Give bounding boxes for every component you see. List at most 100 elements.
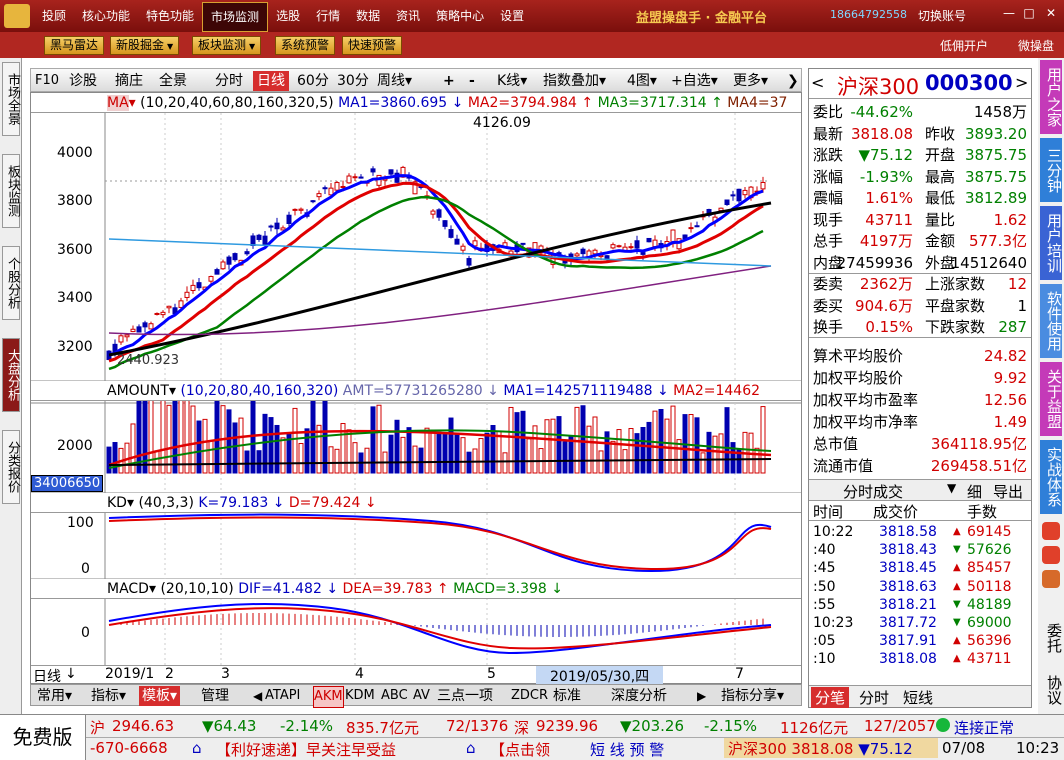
kd-indicator[interactable]: KD: [107, 495, 127, 511]
tab-av[interactable]: AV: [413, 686, 430, 706]
arrow-right-icon[interactable]: ▶: [697, 686, 706, 706]
menu-item-6[interactable]: 数据: [348, 0, 388, 32]
sector-monitor-button[interactable]: 板块监测 ▼: [192, 36, 262, 55]
next-stock-icon[interactable]: >: [1015, 73, 1028, 92]
tab-detail[interactable]: 细: [967, 481, 982, 502]
minimize-icon[interactable]: —: [1002, 6, 1016, 20]
collapse-icon[interactable]: ❯: [787, 71, 799, 91]
side-user-home[interactable]: 用户之家: [1040, 60, 1063, 134]
30min-button[interactable]: 30分: [337, 71, 369, 91]
arrow-left-icon[interactable]: ◀: [253, 686, 262, 706]
side-software-use[interactable]: 软件使用: [1040, 284, 1063, 358]
tab-atapi[interactable]: ATAPI: [265, 686, 300, 706]
tab-kdm[interactable]: KDM: [345, 686, 375, 706]
kline-button[interactable]: K线▾: [497, 71, 527, 91]
tab-template[interactable]: 模板▾: [139, 686, 181, 706]
side-practice[interactable]: 实战体系: [1040, 440, 1063, 514]
60min-button[interactable]: 60分: [297, 71, 329, 91]
trade-dropdown-icon[interactable]: ▼: [947, 481, 956, 495]
switch-account-link[interactable]: 切换账号: [918, 7, 966, 24]
quick-alert-button[interactable]: 快速预警: [342, 36, 403, 55]
tab-tick-trade[interactable]: 分时成交: [843, 481, 903, 502]
home-icon-1[interactable]: ⌂: [192, 739, 202, 757]
tab-zdcr[interactable]: ZDCR: [511, 686, 548, 706]
micro-trade-link[interactable]: 微操盘: [1018, 37, 1054, 54]
quote-value-2: 1.62: [993, 210, 1027, 229]
tab-three-point[interactable]: 三点一项: [437, 686, 493, 706]
tab-sector-monitor[interactable]: 板块监测: [2, 154, 20, 228]
prev-stock-icon[interactable]: <: [811, 73, 824, 92]
macd-indicator[interactable]: MACD: [107, 581, 149, 597]
maximize-icon[interactable]: □: [1022, 6, 1036, 20]
menu-item-0[interactable]: 投顾: [34, 0, 74, 32]
menu-item-4[interactable]: 选股: [268, 0, 308, 32]
four-chart-button[interactable]: 4图▾: [627, 71, 657, 91]
close-icon[interactable]: ✕: [1044, 6, 1058, 20]
tab-share-indicator[interactable]: 指标分享▾: [721, 686, 784, 706]
menu-item-7[interactable]: 资讯: [388, 0, 428, 32]
side-three-minutes[interactable]: 三分钟: [1040, 138, 1063, 202]
new-stock-button[interactable]: 新股掘金 ▼: [110, 36, 180, 55]
side-tool-icon-2[interactable]: [1042, 546, 1060, 564]
home-icon-2[interactable]: ⌂: [466, 739, 476, 757]
f10-button[interactable]: F10: [35, 71, 59, 91]
short-alert-label[interactable]: 短 线 预 警: [590, 739, 664, 760]
amount-indicator[interactable]: AMOUNT: [107, 383, 169, 399]
quote-label: 最新: [813, 124, 844, 143]
low-fee-account-link[interactable]: 低佣开户: [940, 37, 988, 54]
tab-market-analysis[interactable]: 大盘分析: [2, 338, 20, 412]
tab-shortline[interactable]: 短线: [903, 687, 933, 708]
tab-common[interactable]: 常用▾: [37, 686, 72, 706]
side-about[interactable]: 关于益盟: [1040, 362, 1063, 436]
more-button[interactable]: 更多▾: [733, 71, 768, 91]
volume-bar: [724, 407, 730, 474]
candle-body: [616, 245, 622, 248]
diagnose-button[interactable]: 诊股: [69, 71, 97, 91]
daily-button[interactable]: 日线: [253, 71, 289, 91]
tab-indicator[interactable]: 指标▾: [91, 686, 126, 706]
panorama-button[interactable]: 全景: [159, 71, 187, 91]
index-overlay-button[interactable]: 指数叠加▾: [543, 71, 606, 91]
amount-ma1-value: MA1=142571119488 ↓: [503, 383, 669, 399]
trade-time: :55: [813, 596, 836, 613]
weekly-button[interactable]: 周线▾: [377, 71, 412, 91]
tab-deep-analysis[interactable]: 深度分析: [611, 686, 667, 706]
news-link-1[interactable]: 【利好速递】早关注早受益: [216, 739, 396, 760]
side-tool-icon-1[interactable]: [1042, 522, 1060, 540]
stat-row: 加权平均市净率 1.49: [809, 411, 1031, 433]
tab-stock-analysis[interactable]: 个股分析: [2, 246, 20, 320]
side-entrust[interactable]: 委托: [1040, 618, 1063, 658]
tab-tick[interactable]: 分笔: [811, 687, 850, 708]
zoom-in-button[interactable]: +: [443, 71, 455, 91]
heima-radar-button[interactable]: 黑马雷达: [44, 36, 105, 55]
watchlist-button[interactable]: +自选▾: [671, 71, 718, 91]
free-version-badge[interactable]: 免费版: [0, 715, 86, 760]
export-button[interactable]: 导出: [993, 481, 1023, 502]
side-agreement[interactable]: 协议: [1040, 670, 1063, 710]
menu-item-1[interactable]: 核心功能: [74, 0, 138, 32]
intraday-button[interactable]: 分时: [215, 71, 243, 91]
menu-item-9[interactable]: 设置: [492, 0, 532, 32]
menu-item-8[interactable]: 策略中心: [428, 0, 492, 32]
zhaizhuang-button[interactable]: 摘庄: [115, 71, 143, 91]
ma-indicator[interactable]: MA: [107, 95, 129, 111]
tab-akm[interactable]: AKM: [313, 686, 344, 708]
kline-chart-area[interactable]: MA▾ (10,20,40,60,80,160,320,5) MA1=3860.…: [30, 92, 802, 686]
volume-bar: [232, 422, 238, 474]
tab-abc[interactable]: ABC: [381, 686, 408, 706]
zoom-out-button[interactable]: -: [469, 71, 475, 91]
tab-market-overview[interactable]: 市场全景: [2, 62, 20, 136]
tab-standard[interactable]: 标准: [553, 686, 581, 706]
menu-item-2[interactable]: 特色功能: [138, 0, 202, 32]
news-link-2[interactable]: 【点击领: [490, 739, 550, 760]
menu-item-5[interactable]: 行情: [308, 0, 348, 32]
side-user-training[interactable]: 用户培训: [1040, 206, 1063, 280]
menu-item-3[interactable]: 市场监测: [202, 2, 269, 32]
system-alert-button[interactable]: 系统预警: [275, 36, 336, 55]
trade-price: 3817.91: [879, 633, 937, 650]
trade-row: 10:23 3817.72 ▼ 69000: [809, 614, 1031, 632]
side-tool-icon-3[interactable]: [1042, 570, 1060, 588]
tab-minute[interactable]: 分时: [859, 687, 889, 708]
tab-category-quote[interactable]: 分类报价: [2, 430, 20, 504]
tab-manage[interactable]: 管理: [201, 686, 229, 706]
